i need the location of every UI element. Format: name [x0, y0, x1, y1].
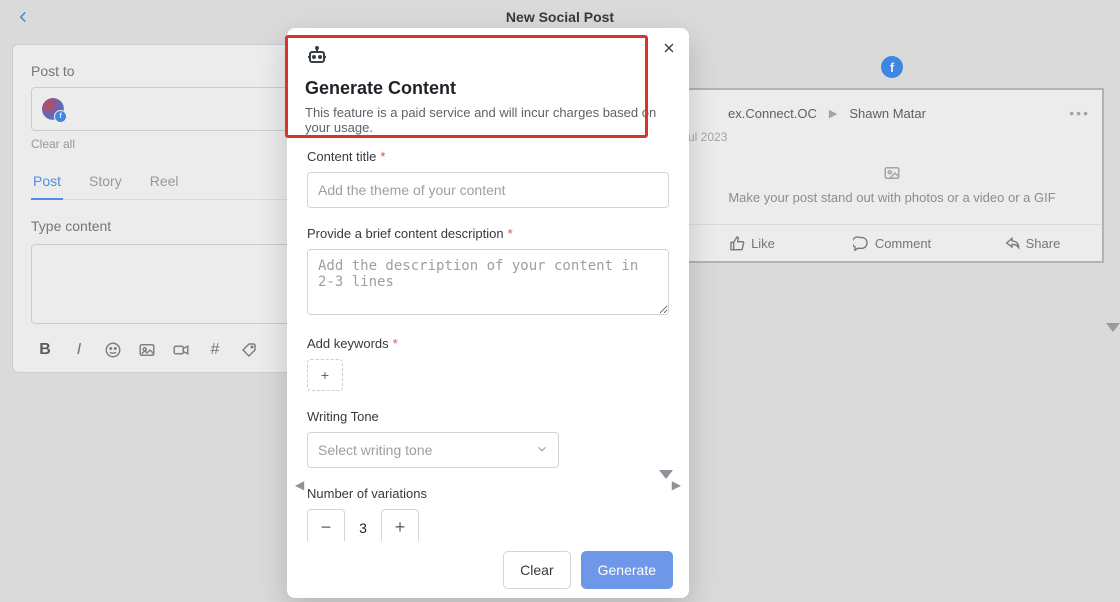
modal-title: Generate Content — [305, 78, 671, 99]
preview-menu-icon[interactable]: ••• — [1069, 105, 1090, 121]
writing-tone-select[interactable] — [307, 432, 559, 468]
hashtag-icon[interactable]: # — [205, 340, 225, 360]
preview-page-name: ex.Connect.OC — [728, 106, 817, 121]
clear-button[interactable]: Clear — [503, 551, 570, 589]
page-title: New Social Post — [506, 9, 614, 25]
content-title-label: Content title* — [307, 149, 669, 164]
share-label: Share — [1026, 236, 1061, 251]
facebook-mini-icon: f — [54, 110, 67, 123]
keywords-label: Add keywords* — [307, 336, 669, 351]
comment-label: Comment — [875, 236, 931, 251]
generate-content-modal: Generate Content This feature is a paid … — [287, 28, 689, 598]
tab-story[interactable]: Story — [87, 173, 124, 199]
content-desc-label: Provide a brief content description* — [307, 226, 669, 241]
preview-panel: f ex.Connect.OC ▶ Shawn Matar ••• ul 202… — [680, 56, 1104, 263]
post-preview-card: ex.Connect.OC ▶ Shawn Matar ••• ul 2023 … — [680, 88, 1104, 263]
tag-icon[interactable] — [239, 340, 259, 360]
italic-icon[interactable]: I — [69, 340, 89, 360]
content-title-input[interactable] — [307, 172, 669, 208]
image-icon[interactable] — [137, 340, 157, 360]
tab-post[interactable]: Post — [31, 173, 63, 199]
close-icon[interactable] — [661, 40, 677, 60]
video-icon[interactable] — [171, 340, 191, 360]
scroll-down-icon[interactable] — [1106, 323, 1120, 332]
robot-icon — [305, 44, 329, 68]
preview-date: ul 2023 — [682, 130, 1102, 144]
add-keyword-button[interactable]: + — [307, 359, 343, 391]
bold-icon[interactable]: B — [35, 340, 55, 360]
like-action[interactable]: Like — [682, 225, 822, 261]
scroll-left-icon[interactable]: ◀ — [295, 478, 304, 492]
account-avatar[interactable]: f — [42, 98, 64, 120]
emoji-icon[interactable] — [103, 340, 123, 360]
chevron-down-icon — [535, 442, 549, 459]
modal-subtitle: This feature is a paid service and will … — [305, 105, 671, 135]
variations-stepper: − 3 + — [307, 509, 669, 541]
writing-tone-value[interactable] — [307, 432, 559, 468]
separator-icon: ▶ — [829, 107, 837, 120]
content-desc-textarea[interactable] — [307, 249, 669, 315]
like-label: Like — [751, 236, 775, 251]
tone-label: Writing Tone — [307, 409, 669, 424]
decrement-button[interactable]: − — [307, 509, 345, 541]
scroll-down-icon[interactable] — [659, 470, 673, 479]
share-action[interactable]: Share — [962, 225, 1102, 261]
media-placeholder-icon — [883, 164, 901, 182]
variations-value: 3 — [345, 509, 381, 541]
back-icon[interactable] — [14, 8, 32, 29]
preview-hint: Make your post stand out with photos or … — [728, 190, 1055, 205]
increment-button[interactable]: + — [381, 509, 419, 541]
facebook-icon[interactable]: f — [881, 56, 903, 78]
scroll-right-icon[interactable]: ▶ — [672, 478, 681, 492]
comment-action[interactable]: Comment — [822, 225, 962, 261]
tab-reel[interactable]: Reel — [148, 173, 181, 199]
preview-author: Shawn Matar — [849, 106, 926, 121]
h-scroll-indicator: ◀ ▶ — [295, 479, 681, 491]
generate-button[interactable]: Generate — [581, 551, 673, 589]
